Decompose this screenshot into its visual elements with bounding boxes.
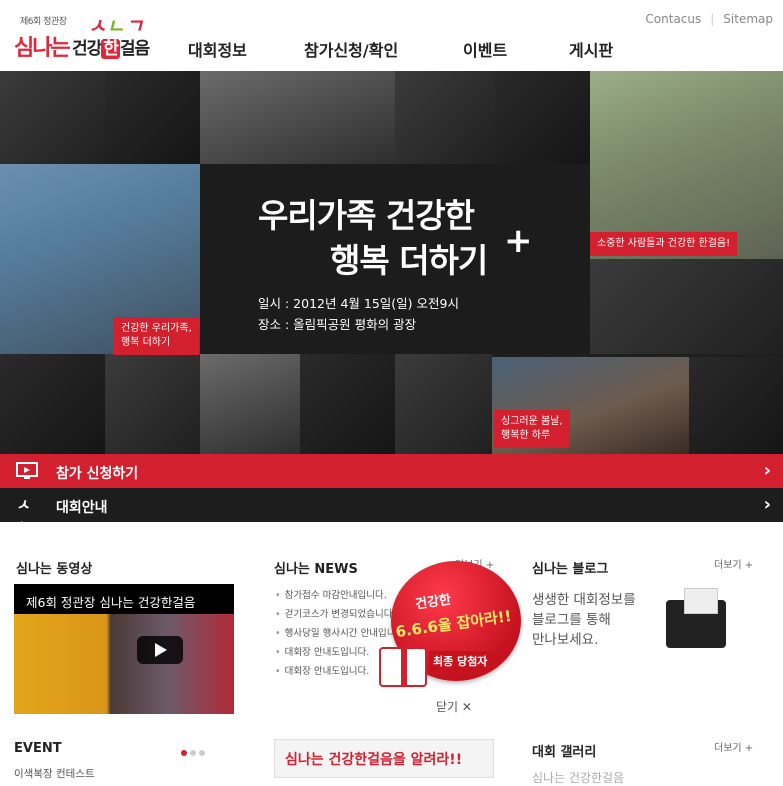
divider: | [710, 12, 715, 26]
photo-tile [105, 71, 200, 164]
sitemap-link[interactable]: Sitemap [723, 12, 773, 26]
photo-tile [0, 71, 105, 164]
nav-item-board[interactable]: 게시판 [569, 37, 613, 61]
logo-sub: 건강 한 걸음 [72, 39, 150, 59]
plus-icon: + [504, 221, 533, 261]
photo-tile [200, 354, 300, 454]
blog-section-title: 심나는 블로그 [532, 562, 609, 577]
main-visual: 우리가족 건강한 행복 더하기 + 일시 : 2012년 4월 15일(일) 오… [0, 71, 783, 454]
nav-item-event[interactable]: 이벤트 [463, 37, 507, 61]
photo-tile [105, 354, 200, 454]
logo-main: 심나는 [14, 36, 71, 61]
blog-sign [684, 588, 718, 614]
logo-edition: 제6회 정관장 [20, 17, 67, 27]
info-bar[interactable]: ㅅㄴㄱ 대회안내 › [0, 488, 783, 556]
event-place: 장소 : 올림픽공원 평화의 광장 [258, 317, 417, 332]
popup-close-button[interactable]: 닫기 ✕ [436, 698, 472, 715]
photo-tile [300, 354, 395, 454]
event-popup[interactable]: 건강한 6.6.6을 잡아라!! 최종 당첨자 [377, 561, 523, 695]
pager-dot[interactable] [181, 750, 187, 756]
blog-description: 생생한 대회정보를 블로그를 통해 만나보세요. [532, 592, 636, 648]
event-pager [181, 741, 208, 760]
photo-tile [200, 71, 395, 164]
contact-link[interactable]: Contacus [645, 12, 701, 26]
video-frame [14, 614, 234, 714]
video-section-title: 심나는 동영상 [16, 562, 93, 577]
blog-more-link[interactable]: 더보기 + [714, 556, 753, 571]
nav-item-info[interactable]: 대회정보 [188, 37, 247, 61]
site-logo[interactable]: 제6회 정관장 ㅅㄴㄱ 심나는 건강 한 걸음 [14, 8, 160, 61]
photo-tile [0, 354, 105, 454]
info-bar-label: 대회안내 [56, 500, 108, 516]
event-section-title: EVENT [14, 741, 62, 756]
pager-dot[interactable] [190, 750, 196, 756]
logo-mark-icon: ㅅㄴㄱ [16, 496, 30, 556]
blog-image[interactable] [656, 580, 740, 650]
event-subtitle[interactable]: 이색복장 컨테스트 [14, 766, 95, 781]
gallery-more-link[interactable]: 더보기 + [714, 739, 753, 754]
event-date: 일시 : 2012년 4월 15일(일) 오전9시 [258, 296, 459, 311]
headline-line1: 우리가족 건강한 [258, 196, 475, 235]
nav-item-apply[interactable]: 참가신청/확인 [304, 37, 398, 61]
caption-bottom: 싱그러운 봄날, 행복한 하루 [494, 410, 570, 448]
event-info: 일시 : 2012년 4월 15일(일) 오전9시 장소 : 올림픽공원 평화의… [258, 293, 459, 335]
play-icon[interactable] [137, 636, 183, 664]
headline-line2: 행복 더하기 [330, 241, 488, 280]
photo-tile [689, 357, 783, 454]
pager-dot[interactable] [199, 750, 205, 756]
gift-icon [379, 647, 427, 687]
promo-banner-text: 심나는 건강한걸음을 알려라!! [285, 752, 463, 768]
caption-left: 건강한 우리가족, 행복 더하기 [114, 317, 199, 355]
photo-tile [395, 71, 495, 164]
utility-links: Contacus | Sitemap [645, 12, 773, 26]
photo-tile [590, 259, 783, 354]
photo-walkers [590, 71, 783, 259]
chevron-right-icon: › [763, 460, 771, 481]
video-player[interactable]: 제6회 정관장 심나는 건강한걸음 [14, 584, 234, 714]
photo-tile [495, 71, 590, 164]
caption-right: 소중한 사람들과 건강한 한걸음! [590, 232, 738, 256]
news-section-title: 심나는 NEWS [274, 562, 358, 577]
monitor-icon [16, 462, 38, 479]
chevron-right-icon: › [763, 494, 771, 515]
popup-line3: 최종 당첨자 [429, 651, 492, 671]
video-title: 제6회 정관장 심나는 건강한걸음 [26, 595, 196, 610]
promo-banner[interactable]: 심나는 건강한걸음을 알려라!! [274, 739, 494, 778]
photo-tile [395, 354, 492, 454]
gallery-section-title: 대회 갤러리 [532, 745, 597, 760]
site-header: 제6회 정관장 ㅅㄴㄱ 심나는 건강 한 걸음 대회정보 참가신청/확인 이벤트 게… [0, 0, 783, 71]
apply-bar[interactable]: 참가 신청하기 › [0, 454, 783, 488]
apply-bar-label: 참가 신청하기 [56, 466, 139, 482]
